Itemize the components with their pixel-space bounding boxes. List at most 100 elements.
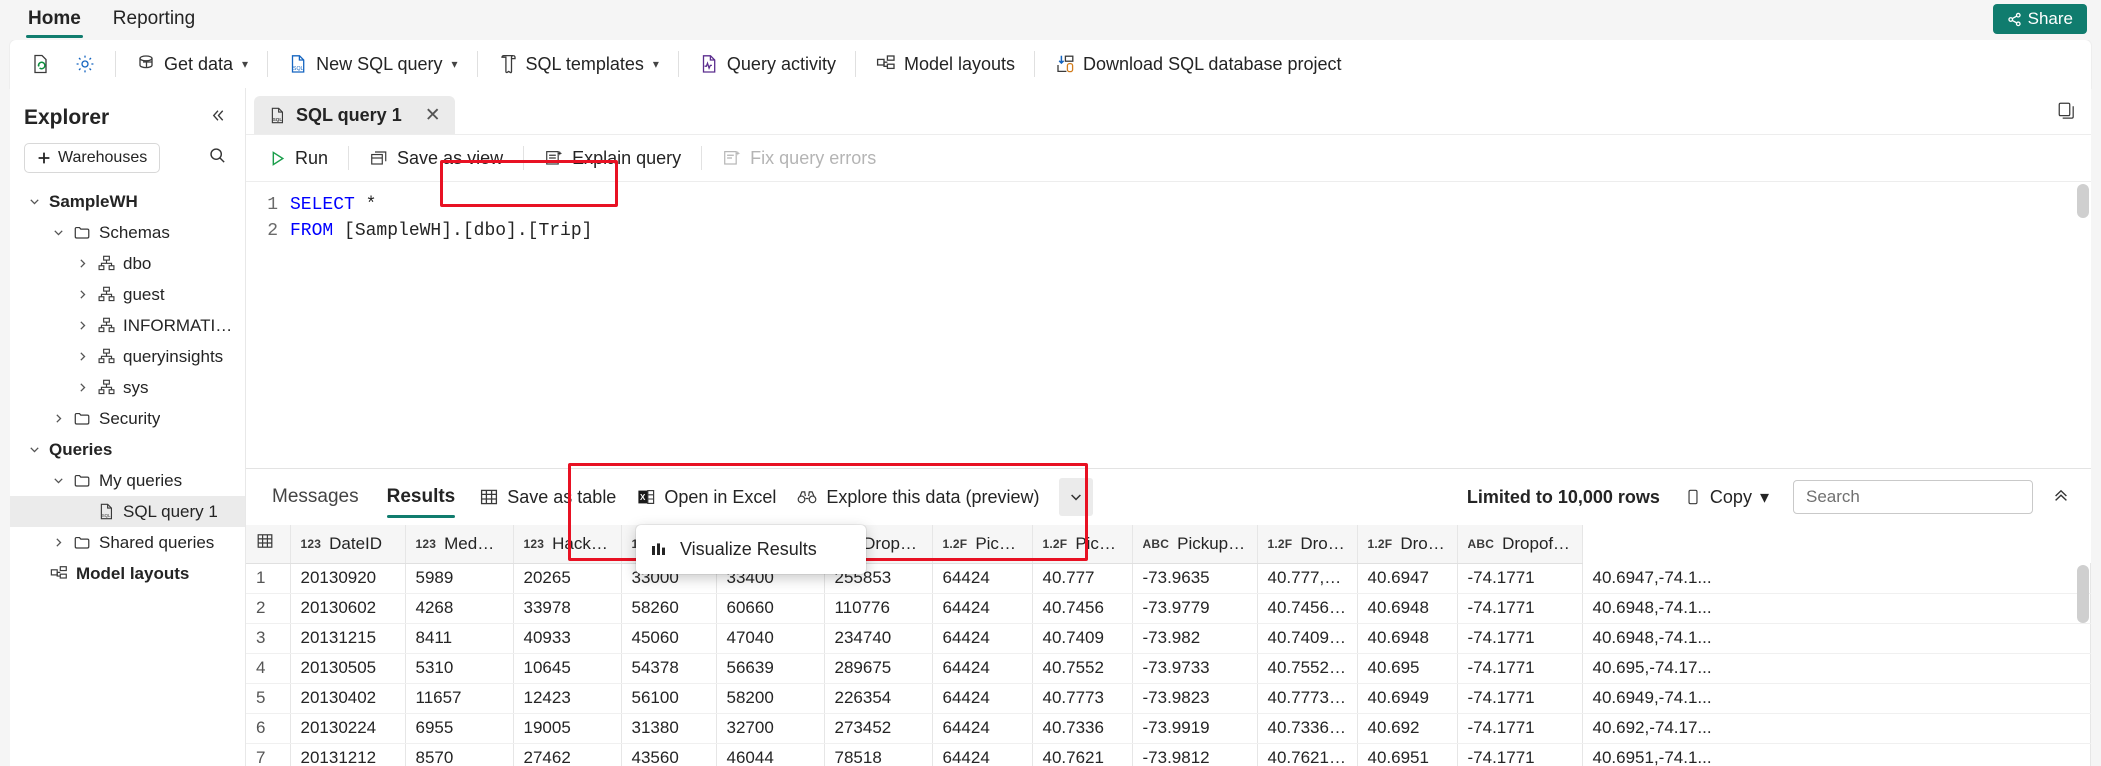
results-search-box[interactable] bbox=[1793, 480, 2033, 514]
search-icon[interactable] bbox=[204, 142, 231, 174]
tree-item-guest[interactable]: guest bbox=[10, 279, 245, 310]
table-row[interactable]: 7 20131212 8570 27462 43560 46044 78518 64424 40… bbox=[246, 743, 2091, 766]
tree-item-security[interactable]: Security bbox=[10, 403, 245, 434]
save-as-view-icon bbox=[369, 148, 389, 168]
column-header[interactable]: 123 Medallio... bbox=[405, 525, 514, 564]
grid-select-all-header[interactable] bbox=[246, 525, 291, 564]
tree-item-shared-queries[interactable]: Shared queries bbox=[10, 527, 245, 558]
tree-item-schemas[interactable]: Schemas bbox=[10, 217, 245, 248]
tree-item-dbo[interactable]: dbo bbox=[10, 248, 245, 279]
chevron-right-icon[interactable] bbox=[74, 288, 90, 301]
query-activity-button[interactable]: Query activity bbox=[688, 46, 846, 82]
column-header[interactable]: 1.2F PickupLo... bbox=[1032, 525, 1133, 564]
column-header[interactable]: 1.2F DropoffL... bbox=[1257, 525, 1358, 564]
table-cell: 54378 bbox=[621, 653, 717, 684]
tree-item-my-queries[interactable]: My queries bbox=[10, 465, 245, 496]
code-token: * bbox=[354, 195, 377, 215]
chevron-right-icon[interactable] bbox=[74, 319, 90, 332]
column-header[interactable]: 123 DateID bbox=[290, 525, 406, 564]
chevron-down-icon[interactable] bbox=[50, 226, 66, 239]
copy-icon bbox=[1684, 488, 1702, 506]
table-cell: 47040 bbox=[716, 623, 825, 654]
column-header[interactable]: 1.2F PickupLa... bbox=[932, 525, 1033, 564]
chevron-down-icon[interactable] bbox=[50, 474, 66, 487]
column-header[interactable]: 123 Hackney... bbox=[513, 525, 622, 564]
save-as-view-button[interactable]: Save as view bbox=[357, 141, 515, 175]
column-name: DateID bbox=[329, 533, 383, 553]
refresh-page-button[interactable] bbox=[20, 46, 62, 82]
column-header[interactable]: ABC DropoffL... bbox=[1457, 525, 1583, 564]
run-button[interactable]: Run bbox=[256, 141, 340, 175]
table-row[interactable]: 2 20130602 4268 33978 58260 60660 110776 64424 4… bbox=[246, 593, 2091, 624]
ribbon-tab-home[interactable]: Home bbox=[14, 2, 95, 38]
column-type-badge: 1.2F bbox=[942, 536, 968, 551]
tree-item-samplewh[interactable]: SampleWH bbox=[10, 186, 245, 217]
save-as-table-button[interactable]: Save as table bbox=[469, 480, 626, 514]
tab-messages[interactable]: Messages bbox=[258, 470, 373, 524]
download-sql-database-project-button[interactable]: Download SQL database project bbox=[1044, 46, 1352, 82]
column-header[interactable]: ABC PickupLa... bbox=[1132, 525, 1258, 564]
table-cell: 6955 bbox=[405, 713, 514, 744]
sql-template-icon bbox=[497, 53, 519, 75]
chevron-down-icon[interactable] bbox=[26, 443, 42, 456]
table-row[interactable]: 4 20130505 5310 10645 54378 56639 289675 64424 4… bbox=[246, 653, 2091, 684]
open-in-excel-button[interactable]: X Open in Excel bbox=[626, 480, 786, 514]
chevron-right-icon[interactable] bbox=[74, 350, 90, 363]
results-grid[interactable]: 123 DateID 123 Medallio... 123 Hackney... 123 P… bbox=[246, 525, 2091, 766]
chevron-right-icon[interactable] bbox=[50, 412, 66, 425]
table-row[interactable]: 6 20130224 6955 19005 31380 32700 273452 64424 4… bbox=[246, 713, 2091, 744]
new-sql-query-button[interactable]: SQL New SQL query ▾ bbox=[277, 46, 467, 82]
explain-query-button[interactable]: Explain query bbox=[532, 141, 693, 175]
tree-item-queries[interactable]: Queries bbox=[10, 434, 245, 465]
share-button[interactable]: Share bbox=[1992, 4, 2087, 34]
ribbon-tab-label: Home bbox=[28, 8, 81, 29]
tree-item-queryinsights[interactable]: queryinsights bbox=[10, 341, 245, 372]
tree-item-label: Queries bbox=[49, 439, 113, 459]
visualize-results-menu: Visualize Results bbox=[636, 525, 866, 574]
results-overflow-button[interactable] bbox=[1059, 478, 1094, 516]
chevron-right-icon[interactable] bbox=[74, 381, 90, 394]
fix-query-errors-button[interactable]: Fix query errors bbox=[710, 141, 888, 175]
table-cell: 5989 bbox=[405, 563, 514, 594]
copy-panel-icon[interactable] bbox=[2056, 100, 2077, 126]
tree-item-label: My queries bbox=[99, 470, 183, 490]
query-activity-label: Query activity bbox=[726, 53, 836, 74]
table-cell: 40.6951 bbox=[1357, 743, 1458, 766]
chevron-down-icon[interactable] bbox=[26, 195, 42, 208]
tree-item-sys[interactable]: sys bbox=[10, 372, 245, 403]
copy-button[interactable]: Copy ▾ bbox=[1674, 480, 1779, 514]
column-name: PickupLo... bbox=[1075, 533, 1121, 553]
play-icon bbox=[268, 149, 287, 168]
search-input[interactable] bbox=[1804, 486, 2022, 508]
download-project-label: Download SQL database project bbox=[1083, 53, 1342, 74]
chevron-double-up-icon[interactable] bbox=[2047, 485, 2075, 510]
table-cell: 64424 bbox=[932, 653, 1033, 684]
collapse-panel-icon[interactable] bbox=[204, 104, 231, 132]
tree-item-model-layouts[interactable]: Model layouts bbox=[10, 558, 245, 589]
table-row[interactable]: 3 20131215 8411 40933 45060 47040 234740 64424 4… bbox=[246, 623, 2091, 654]
grid-vertical-scrollbar[interactable] bbox=[2077, 565, 2089, 623]
tree-item-sql-query-1[interactable]: SQL SQL query 1 bbox=[10, 496, 245, 527]
sql-templates-button[interactable]: SQL templates ▾ bbox=[487, 46, 669, 82]
menu-item-visualize-results[interactable]: Visualize Results bbox=[636, 533, 866, 566]
model-layouts-button[interactable]: Model layouts bbox=[865, 46, 1025, 82]
chevron-right-icon[interactable] bbox=[50, 536, 66, 549]
explore-this-data-button[interactable]: Explore this data (preview) bbox=[786, 480, 1049, 514]
ribbon-tab-reporting[interactable]: Reporting bbox=[99, 2, 209, 38]
tree-item-information[interactable]: INFORMATION_... bbox=[10, 310, 245, 341]
add-warehouses-button[interactable]: Warehouses bbox=[24, 143, 161, 173]
table-row[interactable]: 1 20130920 5989 20265 33000 33400 255853 64424 4… bbox=[246, 563, 2091, 594]
excel-icon: X bbox=[636, 487, 656, 507]
get-data-button[interactable]: Get data ▾ bbox=[125, 46, 258, 82]
sql-code-editor[interactable]: 12 SELECT * FROM [SampleWH].[dbo].[Trip] bbox=[246, 182, 2091, 468]
table-cell: 40.7552,-73.9... bbox=[1257, 653, 1358, 684]
column-header[interactable]: 1.2F DropoffL... bbox=[1357, 525, 1458, 564]
document-tab-sql-query-1[interactable]: SQL SQL query 1 ✕ bbox=[254, 96, 455, 134]
close-icon[interactable]: ✕ bbox=[425, 104, 441, 127]
line-number: 2 bbox=[267, 221, 278, 241]
chevron-right-icon[interactable] bbox=[74, 257, 90, 270]
editor-vertical-scrollbar[interactable] bbox=[2077, 184, 2089, 218]
settings-button[interactable] bbox=[64, 46, 106, 82]
table-row[interactable]: 5 20130402 11657 12423 56100 58200 226354 64424… bbox=[246, 683, 2091, 714]
tab-results[interactable]: Results bbox=[373, 470, 470, 524]
